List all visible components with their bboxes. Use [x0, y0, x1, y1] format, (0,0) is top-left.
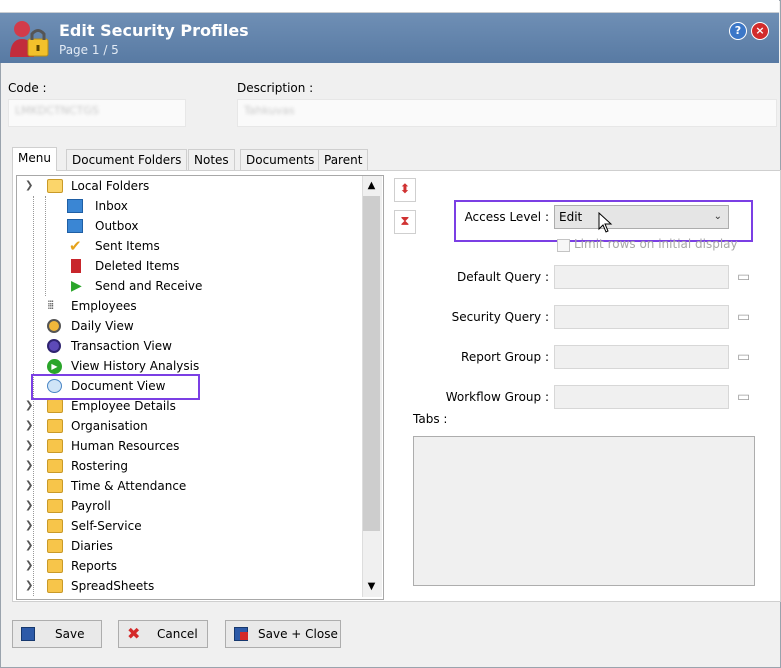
code-field[interactable]: LMKDCTNCTGS [8, 99, 186, 127]
tabs-label: Tabs : [413, 412, 448, 426]
tree-item-label: Payroll [71, 499, 111, 513]
title-bar: Edit Security Profiles Page 1 / 5 ? × [0, 13, 779, 63]
workflow-group-label: Workflow Group : [445, 390, 549, 404]
folder-icon [47, 479, 63, 493]
tree-item-label: Self-Service [71, 519, 142, 533]
description-value: Tahkuvas [244, 104, 295, 117]
scroll-down-icon[interactable]: ▼ [362, 578, 381, 596]
tree-item-label: Time & Attendance [71, 479, 187, 493]
checkmark-icon: ✔ [69, 237, 82, 255]
folder-icon [47, 399, 63, 413]
top-strip [0, 0, 779, 13]
report-group-label: Report Group : [461, 350, 549, 364]
play-circle-icon: ▶ [47, 359, 62, 374]
query-lookup-icon[interactable]: ▭ [737, 348, 755, 366]
tree-connector [45, 196, 46, 296]
security-query-label: Security Query : [451, 310, 549, 324]
folder-icon [47, 419, 63, 433]
folder-icon [47, 559, 63, 573]
limit-rows-checkbox[interactable] [557, 239, 570, 252]
tree-item-label: Deleted Items [95, 259, 180, 273]
scrollbar-thumb[interactable] [363, 196, 380, 531]
move-up-icon[interactable]: ⬍ [394, 178, 416, 202]
folder-open-icon [47, 179, 63, 193]
close-overlay-icon [240, 632, 248, 640]
cancel-button[interactable]: ✖ Cancel [118, 620, 208, 648]
report-group-field[interactable] [554, 345, 729, 369]
tree-item-label: Transaction View [71, 339, 172, 353]
close-icon[interactable]: × [751, 22, 769, 40]
transaction-view-icon [47, 339, 61, 353]
cancel-button-label: Cancel [157, 627, 198, 641]
save-icon [21, 627, 35, 641]
code-label: Code : [8, 81, 47, 95]
tree-item-label: Send and Receive [95, 279, 203, 293]
scroll-up-icon[interactable]: ▲ [362, 177, 381, 195]
workflow-group-field[interactable] [554, 385, 729, 409]
tree-item-label: Local Folders [71, 179, 150, 193]
chevron-right-icon[interactable]: ❯ [25, 416, 33, 436]
query-lookup-icon[interactable]: ▭ [737, 268, 755, 286]
description-field[interactable]: Tahkuvas [237, 99, 777, 127]
default-query-label: Default Query : [457, 270, 549, 284]
save-close-button-label: Save + Close [258, 627, 338, 641]
chevron-right-icon[interactable]: ❯ [25, 556, 33, 576]
help-icon[interactable]: ? [729, 22, 747, 40]
save-button-label: Save [55, 627, 85, 641]
tree-item-label: Diaries [71, 539, 113, 553]
grid-dots-icon: ⁞⁞⁞ [47, 298, 54, 312]
tree-item-label: Rostering [71, 459, 128, 473]
chevron-right-icon[interactable]: ❯ [25, 576, 33, 596]
tree-item-label: Organisation [71, 419, 148, 433]
chevron-right-icon[interactable]: ❯ [25, 456, 33, 476]
description-label: Description : [237, 81, 314, 95]
outbox-icon [67, 219, 83, 233]
tree-item-label: View History Analysis [71, 359, 200, 373]
page-indicator: Page 1 / 5 [59, 43, 119, 57]
tab-document-folders[interactable]: Document Folders [66, 149, 188, 171]
inbox-icon [67, 199, 83, 213]
save-close-button[interactable]: Save + Close [225, 620, 341, 648]
security-query-field[interactable] [554, 305, 729, 329]
query-lookup-icon[interactable]: ▭ [737, 308, 755, 326]
document-view-highlight [31, 374, 200, 400]
default-query-field[interactable] [554, 265, 729, 289]
tabs-list[interactable] [413, 436, 755, 586]
folder-icon [47, 459, 63, 473]
chevron-right-icon[interactable]: ❯ [25, 436, 33, 456]
folder-icon [47, 579, 63, 593]
chevron-right-icon[interactable]: ❯ [25, 496, 33, 516]
window-title: Edit Security Profiles [59, 21, 249, 40]
tab-parent[interactable]: Parent [318, 149, 369, 171]
cancel-icon: ✖ [127, 624, 141, 643]
tab-menu[interactable]: Menu [12, 147, 57, 171]
play-icon: ▶ [71, 278, 82, 294]
tree-item-label: SpreadSheets [71, 579, 155, 593]
query-lookup-icon[interactable]: ▭ [737, 388, 755, 406]
tree-item-label: Human Resources [71, 439, 180, 453]
tree-item-label: Inbox [95, 199, 128, 213]
tree-item-label: Outbox [95, 219, 139, 233]
chevron-right-icon[interactable]: ❯ [25, 476, 33, 496]
folder-icon [47, 499, 63, 513]
code-value: LMKDCTNCTGS [15, 104, 99, 117]
mouse-cursor-icon [598, 212, 613, 233]
chevron-down-icon[interactable]: ❯ [25, 176, 33, 196]
trash-icon [71, 259, 81, 273]
chevron-right-icon[interactable]: ❯ [25, 536, 33, 556]
folder-icon [47, 519, 63, 533]
tree-item-label: Sent Items [95, 239, 160, 253]
tree-item-label: Daily View [71, 319, 134, 333]
folder-icon [47, 539, 63, 553]
folder-icon [47, 439, 63, 453]
save-button[interactable]: Save [12, 620, 102, 648]
tab-documents[interactable]: Documents [240, 149, 321, 171]
limit-rows-label: Limit rows on initial display [574, 237, 738, 251]
chevron-right-icon[interactable]: ❯ [25, 516, 33, 536]
daily-view-icon [47, 319, 61, 333]
tree-item-label: Employees [71, 299, 137, 313]
security-user-lock-icon [10, 21, 49, 57]
tab-notes[interactable]: Notes [188, 149, 235, 171]
tree-item-label: Reports [71, 559, 118, 573]
